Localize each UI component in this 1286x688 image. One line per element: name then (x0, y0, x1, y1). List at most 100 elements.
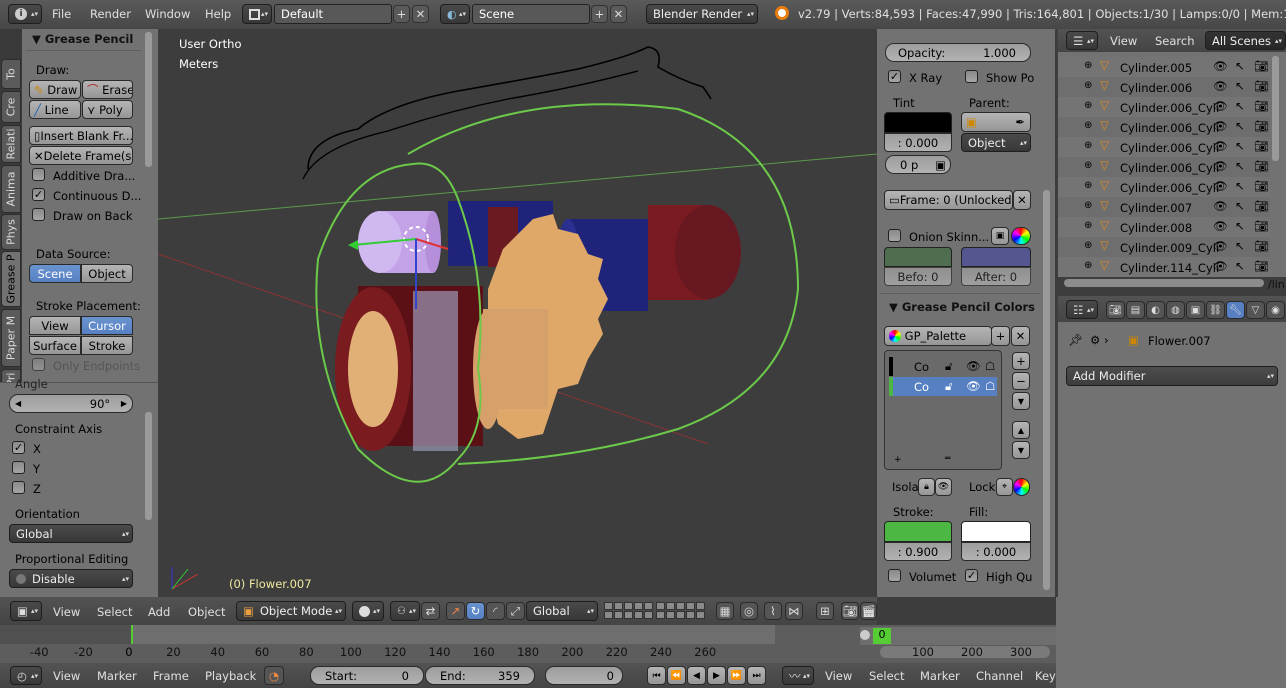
isolate-eye-button[interactable]: 👁︎ (935, 478, 952, 496)
visibility-eye-icon[interactable]: 👁︎ (1213, 179, 1228, 193)
jump-end-button[interactable]: ⏭ (747, 666, 766, 685)
select-arrow-icon[interactable]: ↖ (1235, 259, 1245, 273)
layer-button[interactable] (666, 611, 675, 619)
visibility-eye-icon[interactable]: 👁︎ (1213, 79, 1228, 93)
tool-tab[interactable]: Grease P (1, 251, 21, 307)
expand-icon[interactable]: ⊕ (1084, 80, 1092, 91)
isolate-lock-button[interactable]: 🔒︎ (918, 478, 935, 496)
select-arrow-icon[interactable]: ↖ (1235, 179, 1245, 193)
graph-menu-view[interactable]: View (825, 669, 852, 683)
constraints-tab[interactable]: ⛓ (1206, 301, 1225, 319)
select-arrow-icon[interactable]: ↖ (1235, 79, 1245, 93)
expand-icon[interactable]: ⊕ (1084, 240, 1092, 251)
fill-alpha-field[interactable]: : 0.000 (961, 542, 1031, 561)
graph-menu-marker[interactable]: Marker (920, 669, 960, 683)
continuous-drawing-checkbox[interactable]: ✓ (32, 188, 45, 201)
expand-icon[interactable]: ⊕ (1084, 220, 1092, 231)
render-camera-icon[interactable]: 📷︎ (1254, 99, 1269, 113)
pivot-dropdown[interactable]: ⚇ (390, 601, 420, 621)
jump-prev-keyframe-button[interactable]: ⏪ (667, 666, 686, 685)
expand-icon[interactable]: ⊕ (1084, 180, 1092, 191)
layer-button[interactable] (696, 611, 705, 619)
shading-dropdown[interactable] (352, 601, 384, 621)
modifiers-tab[interactable]: 🔧︎ (1226, 301, 1245, 319)
layer-button[interactable] (696, 602, 705, 610)
layer-button[interactable] (634, 611, 643, 619)
onion-after-color[interactable] (961, 247, 1031, 267)
render-camera-icon[interactable]: 📷︎ (1254, 59, 1269, 73)
select-arrow-icon[interactable]: ↖ (1235, 159, 1245, 173)
scene-remove-button[interactable]: ✕ (610, 5, 627, 23)
material-tab[interactable]: ◉ (1266, 301, 1285, 319)
additive-drawing-checkbox[interactable] (32, 168, 45, 181)
constraint-y-checkbox[interactable] (12, 461, 25, 474)
constraint-z-checkbox[interactable] (12, 481, 25, 494)
graph-scroll-handle[interactable] (860, 630, 870, 640)
play-reverse-button[interactable]: ◀ (687, 666, 706, 685)
draw-on-back-checkbox[interactable] (32, 208, 45, 221)
graph-menu-channel[interactable]: Channel (976, 669, 1023, 683)
orientation-dropdown[interactable]: Global (9, 524, 133, 543)
operator-scrollbar[interactable] (145, 412, 152, 520)
onion-after-field[interactable]: After: 0 (961, 267, 1031, 286)
rotate-manipulator[interactable]: ↻ (466, 602, 485, 620)
parent-field[interactable]: ▣ ✒ (961, 112, 1031, 132)
palette-add-button[interactable]: + (991, 326, 1010, 346)
render-tab[interactable]: 📷︎ (1106, 301, 1125, 319)
properties-scrollbar[interactable] (1043, 190, 1050, 590)
onion-before-color[interactable] (884, 247, 952, 267)
gp-colors-header[interactable]: ▼ Grease Pencil Colors (889, 300, 1035, 314)
snap-target-button[interactable]: ⊞ (816, 602, 834, 620)
layout-remove-button[interactable]: ✕ (412, 5, 429, 23)
vp-menu-object[interactable]: Object (188, 605, 225, 619)
onion-color-wheel-button[interactable] (1011, 227, 1031, 245)
expand-icon[interactable]: ⊕ (1084, 140, 1092, 151)
layer-button[interactable] (614, 602, 623, 610)
visibility-eye-icon[interactable]: 👁︎ (1213, 159, 1228, 173)
snap-element-button[interactable]: ⋈ (785, 602, 803, 620)
outliner-row[interactable]: ⊕ ▽ Cylinder.006_Cyli 👁︎ ↖ 📷︎ (1058, 177, 1270, 197)
layout-type-button[interactable] (242, 4, 272, 24)
line-button[interactable]: ╱ Line (29, 100, 81, 119)
render-camera-icon[interactable]: 📷︎ (1254, 239, 1269, 253)
graph-menu-select[interactable]: Select (869, 669, 904, 683)
visibility-eye-icon[interactable]: 👁︎ (1213, 119, 1228, 133)
color-specials-button[interactable]: ▼ (1012, 392, 1030, 410)
play-button[interactable]: ▶ (707, 666, 726, 685)
layer-button[interactable] (656, 602, 665, 610)
frame-unlocked-field[interactable]: ▭ Frame: 0 (Unlocked) (884, 190, 1013, 210)
layout-name-field[interactable]: Default (274, 4, 392, 24)
tool-tab[interactable]: To (1, 59, 21, 89)
visibility-eye-icon[interactable]: 👁︎ (1213, 99, 1228, 113)
outliner-hscrollbar[interactable] (1064, 279, 1264, 287)
lock-color-wheel-button[interactable] (1013, 478, 1030, 496)
erase-button[interactable]: ⌒ Erase (82, 80, 133, 99)
onion-before-field[interactable]: Befo: 0 (884, 267, 952, 286)
render-camera-icon[interactable]: 📷︎ (1254, 219, 1269, 233)
layer-button[interactable] (644, 602, 653, 610)
expand-icon[interactable]: ⊕ (1084, 100, 1092, 111)
only-endpoints-checkbox[interactable] (32, 358, 45, 371)
outliner-menu-view[interactable]: View (1110, 34, 1137, 48)
tool-tab[interactable]: Phys (1, 214, 21, 250)
render-preview-button[interactable]: 📷︎ (841, 602, 859, 620)
manipulator-space-icon[interactable]: ⤢ (506, 602, 525, 620)
viewport-3d[interactable]: User Ortho Meters (0) Flower.007 (158, 29, 877, 597)
tool-tab[interactable]: Cre (1, 91, 21, 123)
snap-toggle-button[interactable]: ⌇ (764, 602, 782, 620)
expand-icon[interactable]: ⊕ (1084, 120, 1092, 131)
outliner-row[interactable]: ⊕ ▽ Cylinder.006_Cyli 👁︎ ↖ 📷︎ (1058, 97, 1270, 117)
render-camera-icon[interactable]: 📷︎ (1254, 79, 1269, 93)
current-frame-field[interactable]: 0 (545, 666, 623, 685)
menu-help[interactable]: Help (205, 7, 231, 21)
outliner-row[interactable]: ⊕ ▽ Cylinder.006_Cyli 👁︎ ↖ 📷︎ (1058, 117, 1270, 137)
layer-button[interactable] (666, 602, 675, 610)
lock-layers-button[interactable]: ▦ (716, 602, 734, 620)
vp-menu-add[interactable]: Add (148, 605, 170, 619)
select-arrow-icon[interactable]: ↖ (1235, 99, 1245, 113)
scene-type-button[interactable]: ◐ (440, 4, 470, 24)
tint-color-swatch[interactable] (884, 112, 952, 133)
scene-name-field[interactable]: Scene (472, 4, 590, 24)
palette-field[interactable]: GP_Palette (884, 326, 992, 346)
tool-shelf-scrollbar[interactable] (145, 32, 152, 167)
